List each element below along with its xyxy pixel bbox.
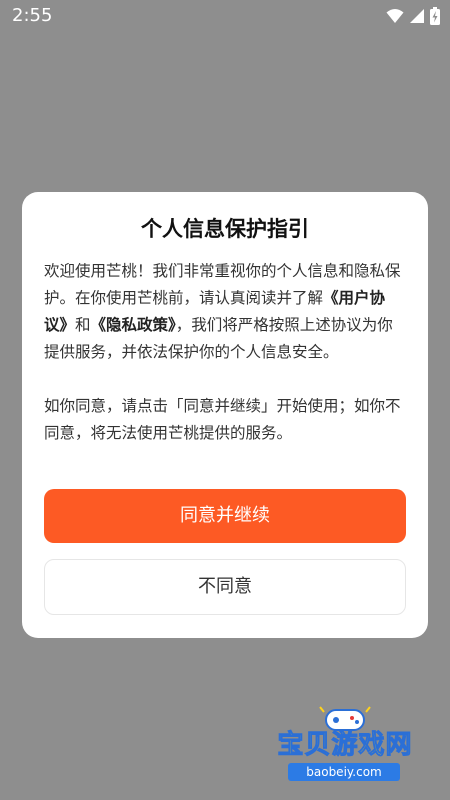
dialog-paragraph-consent: 如你同意，请点击「同意并继续」开始使用；如你不同意，将无法使用芒桃提供的服务。 — [44, 397, 401, 442]
privacy-policy-link[interactable]: 《隐私政策》 — [91, 316, 176, 334]
watermark-url: baobeiy.com — [288, 763, 400, 781]
intro-text-part2: 和 — [75, 316, 91, 334]
dialog-paragraph-intro: 欢迎使用芒桃！我们非常重视你的个人信息和隐私保护。在你使用芒桃前，请认真阅读并了… — [44, 258, 406, 366]
agree-and-continue-button[interactable]: 同意并继续 — [44, 489, 406, 543]
privacy-dialog: 个人信息保护指引 欢迎使用芒桃！我们非常重视你的个人信息和隐私保护。在你使用芒桃… — [22, 192, 428, 638]
decline-button[interactable]: 不同意 — [44, 559, 406, 615]
battery-charging-icon — [430, 7, 440, 25]
dialog-title: 个人信息保护指引 — [141, 217, 309, 241]
wifi-icon — [386, 8, 404, 24]
dialog-body: 欢迎使用芒桃！我们非常重视你的个人信息和隐私保护。在你使用芒桃前，请认真阅读并了… — [44, 258, 406, 447]
status-icons — [386, 7, 440, 25]
cellular-signal-icon — [409, 8, 425, 24]
watermark-text: 宝贝游戏网 — [277, 730, 413, 761]
watermark-logo: 宝贝游戏网 baobeiy.com — [270, 706, 420, 786]
status-bar: 2:55 — [0, 0, 450, 32]
status-time: 2:55 — [12, 5, 53, 26]
